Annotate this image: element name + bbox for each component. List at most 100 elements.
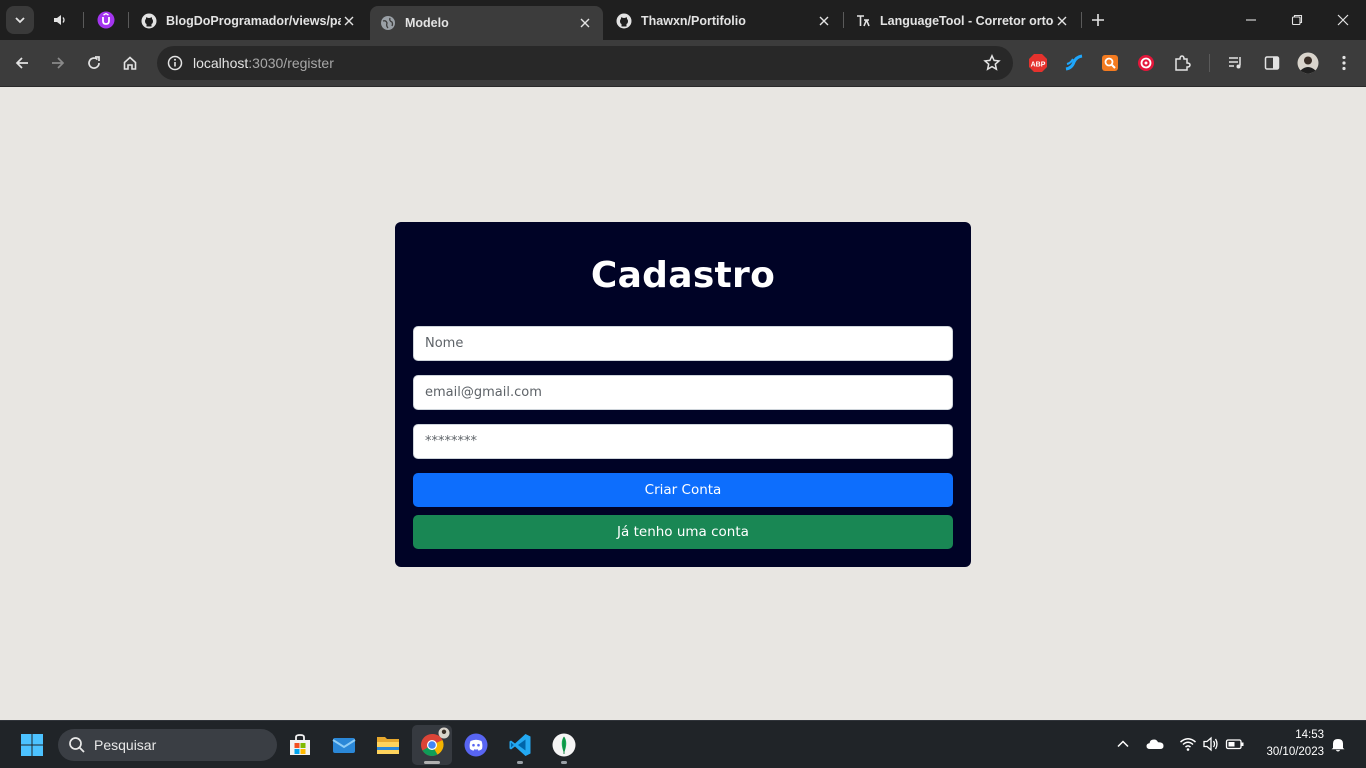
windows-taskbar: Pesquisar 14:53 30/10/2023 <box>0 720 1366 768</box>
taskbar-vscode[interactable] <box>500 725 540 765</box>
github-icon <box>141 13 157 29</box>
have-account-button[interactable]: Já tenho uma conta <box>413 515 953 549</box>
taskbar-discord[interactable] <box>456 725 496 765</box>
address-bar[interactable]: localhost:3030/register <box>157 46 1013 80</box>
battery-icon <box>1225 739 1244 750</box>
plus-icon <box>1092 14 1104 26</box>
star-icon <box>983 54 1001 71</box>
clock-date: 30/10/2023 <box>1266 746 1324 758</box>
chrome-menu-button[interactable] <box>1333 52 1355 74</box>
wave-extension[interactable] <box>1063 52 1085 74</box>
mail-icon <box>332 738 356 753</box>
taskbar-chrome[interactable] <box>412 725 452 765</box>
chevron-up-icon <box>1117 740 1129 748</box>
home-button[interactable] <box>116 49 144 77</box>
page-viewport: Cadastro Criar Conta Já tenho uma conta <box>0 87 1366 720</box>
battery-tray[interactable] <box>1224 733 1246 755</box>
mongodb-compass-icon <box>552 733 576 757</box>
close-tab-icon[interactable] <box>577 15 593 31</box>
volume-tray[interactable] <box>1200 733 1222 755</box>
cloud-icon <box>1146 739 1164 749</box>
restore-button[interactable] <box>1274 0 1320 40</box>
minimize-icon <box>1246 19 1256 21</box>
media-controls-button[interactable] <box>1225 52 1247 74</box>
reload-button[interactable] <box>80 49 108 77</box>
side-panel-button[interactable] <box>1261 52 1283 74</box>
windows-store-icon <box>290 734 310 755</box>
info-icon <box>167 55 183 71</box>
red-target-extension-icon <box>1138 55 1154 71</box>
tab-modelo[interactable]: Modelo <box>370 6 603 40</box>
url-text[interactable]: localhost:3030/register <box>193 55 334 71</box>
minimize-button[interactable] <box>1228 0 1274 40</box>
notifications-button[interactable] <box>1327 733 1349 755</box>
close-tab-icon[interactable] <box>341 13 357 29</box>
pinned-tab-udemy[interactable] <box>94 8 118 32</box>
close-icon <box>1337 14 1349 26</box>
taskbar-search[interactable]: Pesquisar <box>58 729 277 761</box>
side-panel-icon <box>1264 56 1280 70</box>
github-icon <box>616 13 632 29</box>
close-window-button[interactable] <box>1320 0 1366 40</box>
udemy-icon <box>97 11 115 29</box>
tab-divider <box>83 12 84 28</box>
file-explorer-icon <box>377 737 399 754</box>
tab-title: Modelo <box>405 16 449 30</box>
chevron-down-icon <box>15 17 25 24</box>
password-field[interactable] <box>413 424 953 459</box>
onedrive-tray[interactable] <box>1144 733 1166 755</box>
back-button[interactable] <box>8 49 36 77</box>
pinned-tab-audio[interactable] <box>48 8 72 32</box>
kebab-menu-icon <box>1342 55 1346 71</box>
tab-strip: BlogDoProgramador/views/pages Modelo Tha… <box>0 0 1366 40</box>
restore-icon <box>1291 14 1303 26</box>
tab-title: LanguageTool - Corretor ortográfico <box>880 14 1054 28</box>
search-icon <box>69 737 85 753</box>
create-account-button[interactable]: Criar Conta <box>413 473 953 507</box>
tab-title: Thawxn/Portifolio <box>641 14 746 28</box>
taskbar-clock[interactable]: 14:53 30/10/2023 <box>1254 727 1324 761</box>
arrow-left-icon <box>15 57 28 69</box>
new-tab-button[interactable] <box>1086 8 1110 32</box>
url-path: :3030/register <box>248 55 334 71</box>
taskbar-mail[interactable] <box>324 725 364 765</box>
profile-button[interactable] <box>1297 52 1319 74</box>
adblock-plus-extension[interactable]: ABP <box>1027 52 1049 74</box>
url-host: localhost <box>193 55 249 71</box>
show-hidden-icons-button[interactable] <box>1112 733 1134 755</box>
register-card: Cadastro Criar Conta Já tenho uma conta <box>395 222 971 567</box>
taskbar-mongodb-compass[interactable] <box>544 725 584 765</box>
start-button[interactable] <box>12 725 52 765</box>
forward-button[interactable] <box>44 49 72 77</box>
adblock-label: ABP <box>1031 61 1046 68</box>
close-tab-icon[interactable] <box>1054 13 1070 29</box>
extensions-menu-button[interactable] <box>1171 52 1193 74</box>
email-field[interactable] <box>413 375 953 410</box>
avatar-icon <box>1297 52 1319 74</box>
tab-divider <box>128 12 129 28</box>
red-target-extension[interactable] <box>1135 52 1157 74</box>
speaker-icon <box>54 15 65 25</box>
site-info-button[interactable] <box>163 51 187 75</box>
windows-logo-icon <box>21 734 43 756</box>
orange-extension-icon <box>1102 55 1118 71</box>
bookmark-star-button[interactable] <box>981 52 1003 74</box>
taskbar-store[interactable] <box>280 725 320 765</box>
network-tray[interactable] <box>1177 733 1199 755</box>
search-placeholder: Pesquisar <box>94 737 157 753</box>
home-icon <box>123 56 137 70</box>
tab-languagetool[interactable]: LanguageTool - Corretor ortográfico <box>845 6 1080 36</box>
media-queue-icon <box>1229 57 1241 69</box>
tab-divider <box>843 12 844 28</box>
close-tab-icon[interactable] <box>816 13 832 29</box>
orange-extension[interactable] <box>1099 52 1121 74</box>
tab-search-button[interactable] <box>6 6 34 34</box>
taskbar-explorer[interactable] <box>368 725 408 765</box>
tab-portifolio[interactable]: Thawxn/Portifolio <box>606 6 842 36</box>
volume-icon <box>1203 736 1218 752</box>
clock-time: 14:53 <box>1295 729 1324 741</box>
tab-blogdoprogramador[interactable]: BlogDoProgramador/views/pages <box>131 6 367 36</box>
toolbar-divider <box>1209 54 1210 72</box>
name-field[interactable] <box>413 326 953 361</box>
discord-icon <box>464 733 488 757</box>
